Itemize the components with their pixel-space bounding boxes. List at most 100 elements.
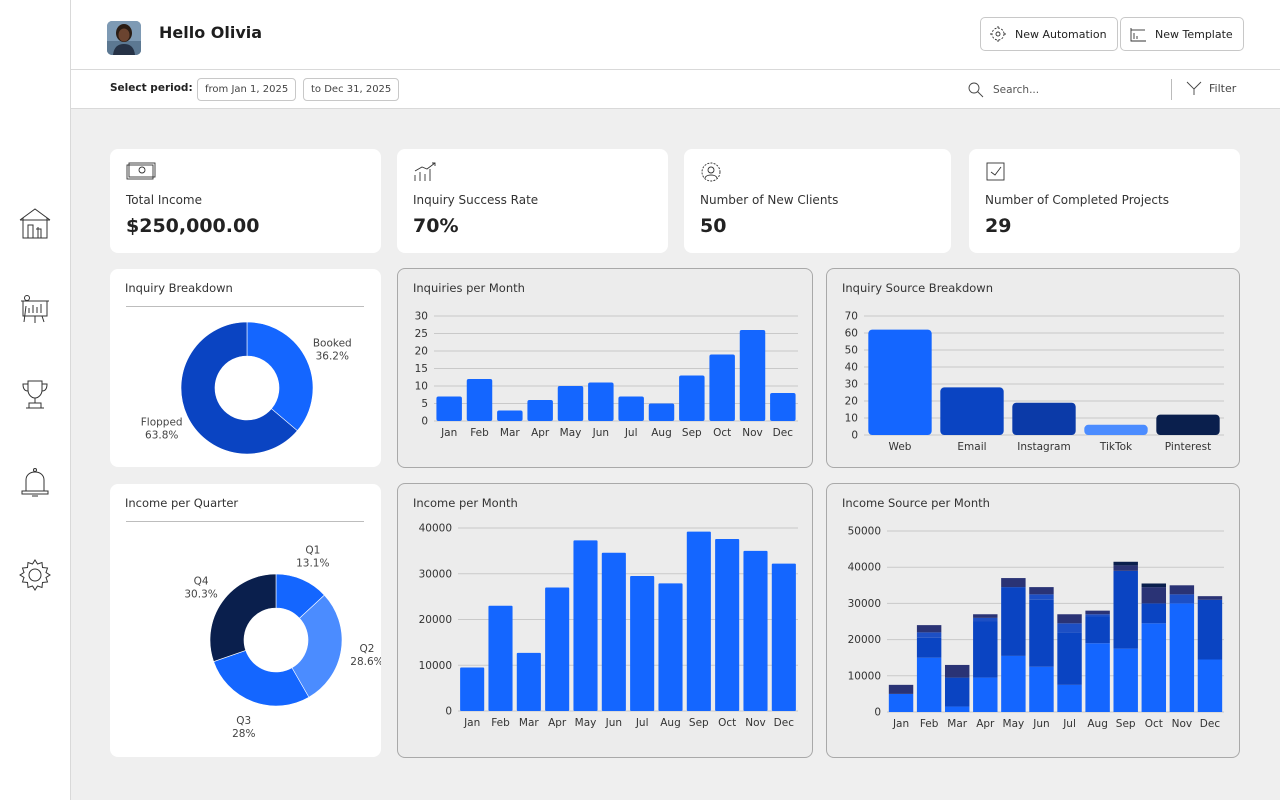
y-tick-label: 10 (415, 381, 428, 393)
bar-segment (1113, 648, 1138, 712)
stat-value: 29 (985, 215, 1012, 237)
bar (460, 667, 485, 711)
bar-segment (973, 614, 998, 618)
bar (743, 550, 768, 711)
inquiry-source-breakdown-card: Inquiry Source Breakdown 0 10 20 30 40 50 60 70… (826, 268, 1240, 468)
stat-card-completed-projects: Number of Completed Projects 29 (969, 149, 1240, 253)
bar (709, 354, 735, 421)
completed-projects-icon (986, 162, 1005, 181)
stat-value: 50 (700, 215, 727, 237)
bar-segment (1029, 666, 1054, 712)
y-tick-label: 40000 (419, 523, 452, 535)
slice-value-label: 30.3% (184, 589, 217, 601)
bar-segment (944, 677, 970, 707)
x-tick-label: May (560, 427, 582, 439)
y-tick-label: 10000 (848, 670, 881, 682)
bar-segment (973, 621, 998, 678)
bar-segment (1001, 587, 1026, 656)
bar (868, 329, 932, 435)
top-bar: Hello Olivia New Automation New Template (71, 0, 1280, 70)
x-tick-label: Sep (689, 717, 709, 729)
bar (1084, 424, 1148, 435)
y-tick-label: 0 (874, 707, 881, 719)
bar (679, 375, 705, 421)
growth-chart-icon (414, 162, 436, 181)
bar-segment (1029, 587, 1054, 595)
bar (516, 652, 541, 711)
bar-segment (973, 677, 998, 712)
slice-label: Flopped (141, 416, 183, 428)
inquiries-per-month-chart: 0 5 10 15 20 25 30 Jan Feb Mar Apr May Jun Jul Aug Sep O… (415, 311, 798, 439)
bell-icon[interactable] (15, 463, 55, 503)
filter-button[interactable]: Filter (1185, 79, 1236, 97)
bar (588, 382, 614, 421)
y-tick-label: 25 (415, 328, 428, 340)
x-tick-label: Feb (470, 427, 489, 439)
slice-label: Q3 (236, 715, 251, 727)
bar-segment (916, 632, 942, 638)
y-tick-label: 40 (845, 362, 858, 374)
bar (466, 379, 493, 421)
bar (601, 552, 626, 711)
y-tick-label: 20 (415, 346, 428, 358)
income-source-per-month-chart: 0 10000 20000 30000 40000 50000 Jan Feb Mar Apr Ma… (848, 526, 1224, 730)
search-input[interactable] (993, 83, 1143, 96)
bar-segment (1169, 603, 1195, 712)
x-tick-label: Nov (745, 717, 766, 729)
new-automation-button[interactable]: New Automation (980, 17, 1118, 51)
y-tick-label: 30 (415, 311, 428, 323)
pie-slice (213, 650, 310, 707)
y-tick-label: 20000 (419, 614, 452, 626)
trophy-icon[interactable] (15, 375, 55, 415)
stat-value: $250,000.00 (126, 215, 260, 237)
clients-icon (701, 162, 721, 182)
bar-segment (973, 617, 998, 622)
filter-icon (1186, 81, 1202, 95)
bar-segment (916, 625, 942, 633)
sidebar (0, 0, 71, 800)
income-per-quarter-chart: Q113.1% Q228.6% Q328% Q430.3% (184, 545, 381, 740)
x-tick-label: Nov (742, 427, 763, 439)
from-date-picker[interactable]: from Jan 1, 2025 (197, 78, 297, 101)
presentation-icon[interactable] (15, 290, 55, 330)
inquiries-per-month-card: Inquiries per Month 0 5 10 15 20 25 30 Jan Feb Ma… (397, 268, 813, 468)
slice-label: Q4 (194, 576, 209, 588)
x-tick-label: Sep (682, 427, 702, 439)
y-tick-label: 50000 (848, 526, 881, 538)
y-tick-label: 70 (845, 311, 858, 323)
search-icon (968, 82, 984, 97)
x-tick-label: Web (889, 441, 912, 453)
bar-segment (1197, 599, 1223, 660)
y-tick-label: 60 (845, 328, 858, 340)
stat-label: Inquiry Success Rate (413, 193, 539, 207)
slice-label: Q2 (359, 643, 374, 655)
x-tick-label: Jun (1032, 718, 1049, 730)
bar-segment (1141, 583, 1167, 588)
to-date-picker[interactable]: to Dec 31, 2025 (303, 78, 400, 101)
gear-icon[interactable] (15, 555, 55, 595)
home-icon[interactable] (15, 203, 55, 243)
x-tick-label: Jun (592, 427, 609, 439)
stat-label: Total Income (126, 193, 202, 207)
x-tick-label: Aug (660, 717, 681, 729)
divider (1171, 79, 1172, 100)
stat-label: Number of Completed Projects (985, 193, 1169, 207)
x-tick-label: May (575, 717, 597, 729)
x-tick-label: Jan (463, 717, 480, 729)
bar (1156, 414, 1220, 435)
slice-label: Booked (313, 338, 352, 350)
x-tick-label: May (1003, 718, 1025, 730)
bar-segment (1001, 578, 1026, 588)
new-template-button[interactable]: New Template (1120, 17, 1244, 51)
x-tick-label: Jul (635, 717, 649, 729)
stat-card-total-income: Total Income $250,000.00 (110, 149, 381, 253)
slice-value-label: 63.8% (145, 429, 178, 441)
x-tick-label: Dec (774, 717, 795, 729)
x-tick-label: Apr (531, 427, 550, 439)
y-tick-label: 30 (845, 379, 858, 391)
x-tick-label: Jul (624, 427, 638, 439)
x-tick-label: Instagram (1017, 441, 1070, 453)
income-per-month-chart: 0 10000 20000 30000 40000 Jan Feb Mar Apr May Jun J… (419, 523, 798, 729)
avatar[interactable] (107, 21, 141, 55)
bar-segment (1057, 623, 1082, 633)
